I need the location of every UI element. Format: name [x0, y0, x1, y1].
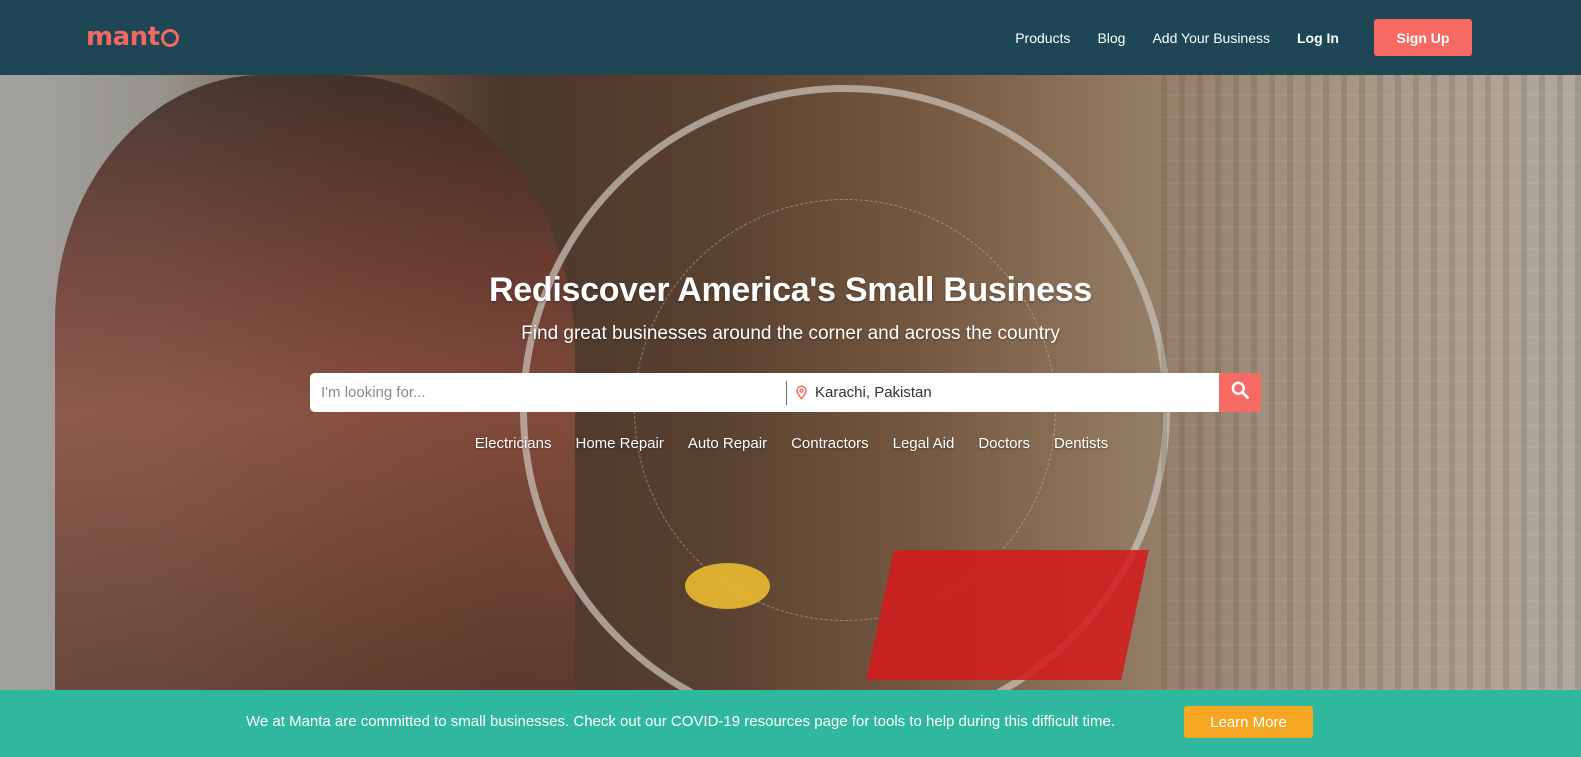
nav-blog[interactable]: Blog	[1097, 30, 1125, 46]
category-dentists[interactable]: Dentists	[1054, 435, 1108, 452]
logo-mark-icon	[160, 29, 179, 47]
search-what-input[interactable]	[310, 373, 786, 412]
search-bar	[310, 373, 1261, 412]
category-electricians[interactable]: Electricians	[475, 435, 552, 452]
hero-section: Rediscover America's Small Business Find…	[0, 75, 1581, 690]
main-nav: Products Blog Add Your Business Log In S…	[1015, 0, 1581, 75]
category-auto-repair[interactable]: Auto Repair	[688, 435, 767, 452]
magnifier-icon	[1230, 380, 1250, 405]
learn-more-button[interactable]: Learn More	[1184, 706, 1313, 738]
logo-text: mant	[86, 22, 160, 52]
nav-products[interactable]: Products	[1015, 30, 1070, 46]
search-button[interactable]	[1219, 373, 1261, 412]
category-legal-aid[interactable]: Legal Aid	[893, 435, 955, 452]
search-where-input[interactable]	[815, 373, 1215, 412]
category-doctors[interactable]: Doctors	[978, 435, 1030, 452]
hero-title: Rediscover America's Small Business	[489, 271, 1092, 309]
signup-button[interactable]: Sign Up	[1374, 19, 1472, 56]
top-navigation: mant Products Blog Add Your Business Log…	[0, 0, 1581, 75]
manta-logo[interactable]: mant	[86, 22, 179, 52]
covid-banner-text: We at Manta are committed to small busin…	[246, 713, 1116, 730]
map-pin-icon	[794, 385, 809, 400]
hero-content: Rediscover America's Small Business Find…	[0, 75, 1581, 690]
popular-categories: Electricians Home Repair Auto Repair Con…	[0, 435, 1581, 452]
search-where-field[interactable]	[787, 373, 1219, 412]
category-home-repair[interactable]: Home Repair	[575, 435, 663, 452]
login-link[interactable]: Log In	[1297, 30, 1339, 46]
category-contractors[interactable]: Contractors	[791, 435, 869, 452]
covid-banner: We at Manta are committed to small busin…	[0, 690, 1581, 757]
nav-add-your-business[interactable]: Add Your Business	[1152, 30, 1270, 46]
hero-subtitle: Find great businesses around the corner …	[521, 323, 1060, 344]
